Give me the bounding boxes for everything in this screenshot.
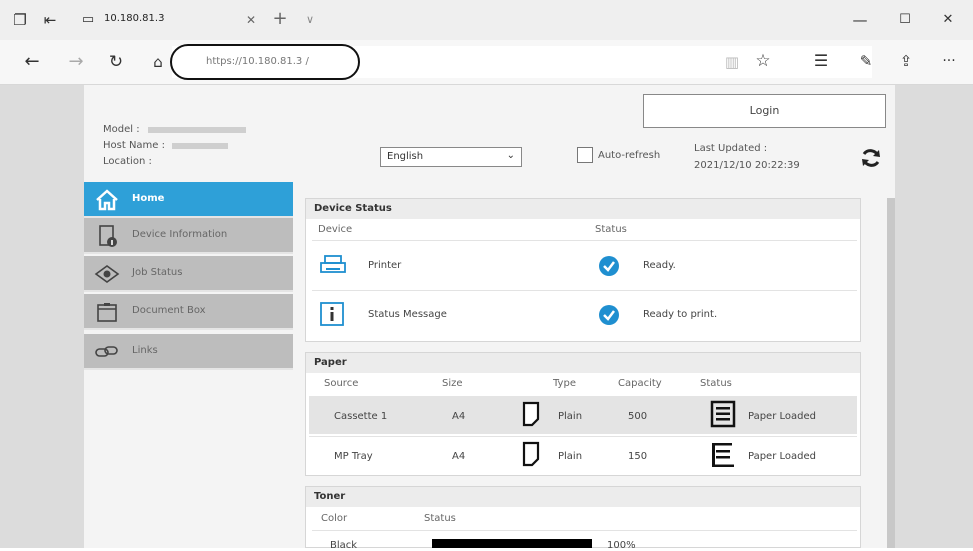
check-circle-icon	[599, 256, 619, 276]
new-tab-button[interactable]: +	[270, 8, 290, 30]
divider	[309, 436, 857, 437]
nav-item-job-status[interactable]: Job Status	[84, 256, 293, 292]
paper-list-icon	[712, 443, 734, 467]
divider	[312, 530, 857, 531]
divider	[312, 240, 857, 241]
last-updated-label: Last Updated :	[694, 143, 768, 154]
toner-level-text: 100%	[607, 540, 636, 551]
tab-title[interactable]: 10.180.81.3	[104, 13, 164, 24]
paper-source: Cassette 1	[334, 411, 388, 422]
toner-level-bar	[432, 539, 592, 548]
host-name-value-redacted	[172, 143, 228, 149]
paper-source: MP Tray	[334, 451, 373, 462]
paper-size: A4	[452, 411, 466, 422]
status-message-label: Status Message	[368, 309, 447, 320]
paper-status: Paper Loaded	[748, 451, 816, 462]
folder-icon	[97, 303, 117, 322]
paper-capacity: 500	[628, 411, 648, 422]
printer-icon	[320, 255, 346, 273]
tab-menu-chevron-icon[interactable]: ∨	[302, 9, 318, 31]
nav-item-home[interactable]: Home	[84, 182, 293, 218]
set-aside-tabs-icon[interactable]: ⇤	[40, 9, 60, 31]
status-column-header: Status	[595, 224, 627, 235]
host-name-label: Host Name :	[103, 140, 165, 151]
language-select[interactable]: English ⌄	[380, 147, 522, 167]
paper-col-capacity: Capacity	[618, 378, 662, 389]
paper-stack-icon	[710, 400, 736, 428]
back-arrow-icon[interactable]: ←	[20, 51, 44, 73]
check-circle-icon	[599, 305, 619, 325]
paper-col-size: Size	[442, 378, 463, 389]
refresh-icon[interactable]: ↻	[104, 51, 128, 73]
minimize-button[interactable]: —	[850, 9, 870, 31]
home-page-icon[interactable]: ⌂	[146, 51, 170, 73]
login-button[interactable]: Login	[643, 94, 886, 128]
nav-label-home: Home	[132, 193, 165, 204]
page-tab-icon: ▭	[81, 12, 95, 27]
model-label: Model :	[103, 124, 140, 135]
device-info-icon	[99, 225, 117, 247]
paper-col-type: Type	[553, 378, 576, 389]
reading-view-icon[interactable]: ▥	[721, 51, 743, 73]
divider	[312, 290, 857, 291]
paper-type: Plain	[558, 451, 583, 462]
forward-arrow-icon[interactable]: →	[64, 51, 88, 73]
close-tab-icon[interactable]: ✕	[243, 9, 259, 31]
toner-col-status: Status	[424, 513, 456, 524]
nav-label-job-status: Job Status	[132, 267, 183, 278]
paper-size: A4	[452, 451, 466, 462]
toner-title: Toner	[306, 487, 860, 507]
paper-status: Paper Loaded	[748, 411, 816, 422]
toner-color: Black	[330, 540, 358, 551]
chevron-down-icon: ⌄	[506, 150, 515, 161]
url-highlight-annotation	[170, 44, 360, 80]
device-status-title: Device Status	[306, 199, 860, 219]
favorite-star-icon[interactable]: ☆	[752, 50, 774, 72]
device-status-value: Ready.	[643, 260, 676, 271]
last-updated-value: 2021/12/10 20:22:39	[694, 160, 800, 171]
close-window-button[interactable]: ✕	[938, 9, 958, 31]
auto-refresh-checkbox[interactable]	[577, 147, 593, 163]
toner-level-track	[432, 539, 592, 548]
device-name: Printer	[368, 260, 402, 271]
link-icon	[95, 346, 118, 357]
page-scrollbar[interactable]	[887, 198, 895, 548]
paper-col-status: Status	[700, 378, 732, 389]
location-label: Location :	[103, 156, 152, 167]
paper-col-source: Source	[324, 378, 359, 389]
home-icon	[96, 189, 118, 211]
info-icon	[320, 302, 344, 326]
pen-notes-icon[interactable]: ✎	[855, 50, 877, 72]
eye-icon	[94, 265, 120, 283]
paper-sheet-icon	[522, 401, 540, 427]
refresh-status-icon[interactable]	[859, 146, 883, 170]
favorites-hub-icon[interactable]: ☰	[810, 50, 832, 72]
nav-item-device-information[interactable]: Device Information	[84, 218, 293, 254]
maximize-button[interactable]: ☐	[895, 9, 915, 31]
status-message-value: Ready to print.	[643, 309, 718, 320]
paper-sheet-icon	[522, 441, 540, 467]
nav-label-device-information: Device Information	[132, 229, 228, 240]
nav-item-document-box[interactable]: Document Box	[84, 294, 293, 330]
toner-col-color: Color	[321, 513, 348, 524]
device-column-header: Device	[318, 224, 353, 235]
model-value-redacted	[148, 127, 246, 133]
nav-item-links[interactable]: Links	[84, 334, 293, 370]
nav-label-links: Links	[132, 345, 158, 356]
tab-actions-icon[interactable]: ❐	[10, 9, 30, 31]
paper-type: Plain	[558, 411, 583, 422]
auto-refresh-label: Auto-refresh	[598, 150, 661, 161]
share-icon[interactable]: ⇪	[895, 50, 917, 72]
nav-label-document-box: Document Box	[132, 305, 206, 316]
paper-title: Paper	[306, 353, 860, 373]
paper-capacity: 150	[628, 451, 648, 462]
language-value: English	[387, 151, 424, 162]
more-menu-button[interactable]: ···	[936, 50, 962, 72]
